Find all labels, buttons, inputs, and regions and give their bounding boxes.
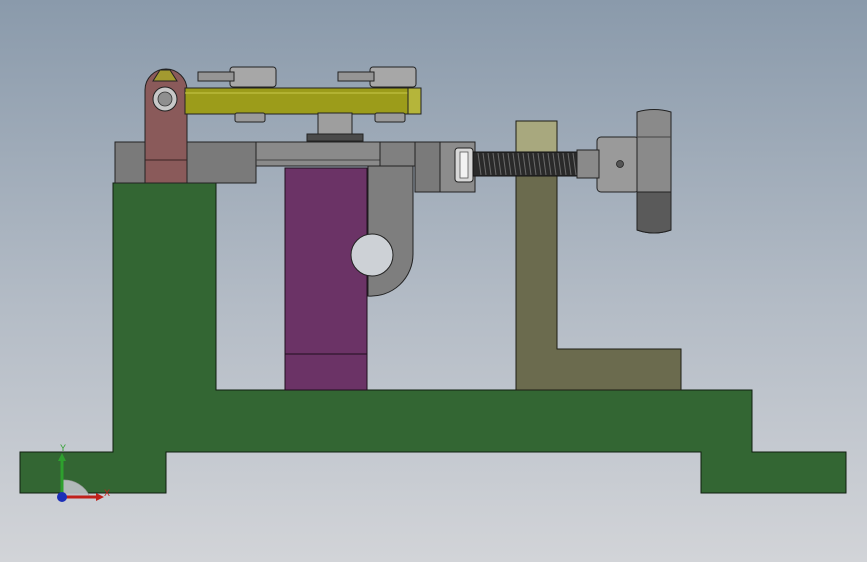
top-clamp-bar[interactable]	[184, 87, 422, 115]
left-clamp-screw-flange	[197, 71, 235, 82]
cad-viewport[interactable]: X Y	[0, 0, 867, 562]
screw-nut-face	[459, 151, 469, 179]
right-clamp-screw-tip	[374, 112, 406, 123]
knob-neck	[576, 149, 600, 179]
lug-hole	[350, 233, 394, 277]
support-block[interactable]	[284, 167, 368, 391]
left-clamp-screw-head[interactable]	[229, 66, 277, 88]
hinge-link[interactable]	[144, 68, 188, 184]
rail-end-block[interactable]	[379, 141, 416, 167]
base-frame[interactable]	[19, 182, 847, 494]
triad-y-label: Y	[60, 443, 66, 453]
hand-knob-lower-lobe	[636, 191, 672, 234]
left-clamp-screw-tip	[234, 112, 266, 123]
right-clamp-screw-flange	[337, 71, 375, 82]
triad-z-axis	[57, 492, 67, 502]
triad-x-label: X	[104, 488, 110, 498]
right-clamp-screw-head[interactable]	[369, 66, 417, 88]
triad-x-arrow	[96, 493, 104, 501]
hinge-pin-inner	[157, 91, 173, 107]
clamp-bar-end	[407, 87, 422, 115]
knob-pin-hole	[616, 160, 624, 168]
center-nut-washer	[306, 133, 364, 142]
hanging-lug[interactable]	[367, 165, 414, 297]
fixture-assembly-drawing: X Y	[19, 66, 847, 502]
center-nut[interactable]	[317, 112, 353, 136]
